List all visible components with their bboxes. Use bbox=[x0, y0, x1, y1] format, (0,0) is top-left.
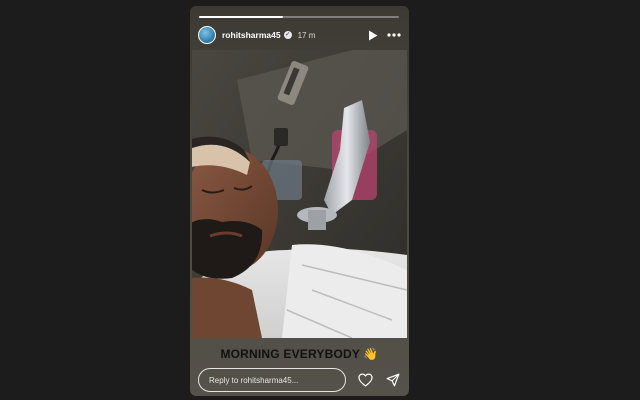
story-caption: MORNING EVERYBODY 👋 bbox=[190, 347, 409, 361]
send-icon bbox=[386, 373, 400, 387]
play-button[interactable] bbox=[366, 28, 380, 42]
more-options-button[interactable] bbox=[386, 28, 402, 42]
reply-input[interactable] bbox=[198, 368, 346, 392]
avatar[interactable] bbox=[198, 26, 216, 44]
heart-icon bbox=[357, 373, 373, 387]
story-progress-fill bbox=[199, 16, 283, 18]
wave-emoji: 👋 bbox=[363, 347, 379, 361]
post-time: 17 m bbox=[297, 30, 316, 40]
more-options-icon bbox=[387, 33, 401, 37]
story-progress-bar bbox=[199, 16, 399, 18]
story-header: rohitsharma45 ✓ 17 m bbox=[198, 24, 402, 46]
like-button[interactable] bbox=[356, 371, 374, 389]
story-photo bbox=[192, 50, 407, 338]
caption-text: MORNING EVERYBODY bbox=[220, 347, 360, 361]
story-card[interactable]: rohitsharma45 ✓ 17 m MORNING EVERYBODY 👋… bbox=[190, 6, 409, 396]
story-viewer-page: rohitsharma45 ✓ 17 m MORNING EVERYBODY 👋… bbox=[0, 0, 640, 400]
story-photo-illustration bbox=[192, 50, 407, 338]
share-button[interactable] bbox=[384, 371, 402, 389]
username-link[interactable]: rohitsharma45 bbox=[222, 30, 281, 40]
story-footer bbox=[198, 367, 402, 393]
verified-badge-icon: ✓ bbox=[283, 31, 292, 39]
play-icon bbox=[369, 30, 378, 40]
